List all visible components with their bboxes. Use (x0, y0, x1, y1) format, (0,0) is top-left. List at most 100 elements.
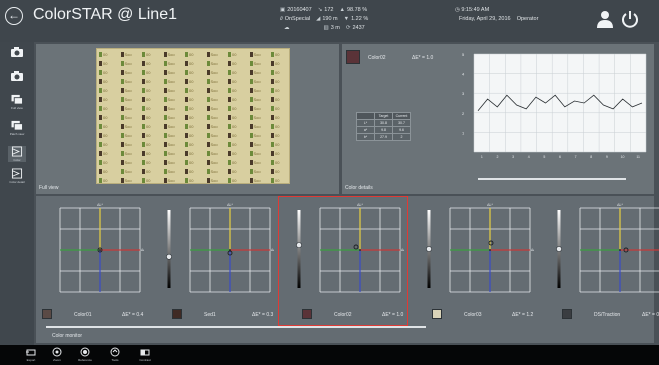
rail-camera-1-button[interactable] (8, 46, 26, 62)
sheet-tile: 00 (99, 51, 117, 58)
sheet-tile: 00 (185, 51, 203, 58)
tile-mark-icon (163, 70, 167, 76)
sheet-tile: Soo (120, 96, 139, 103)
sheet-tile: 00 (185, 159, 203, 166)
back-button[interactable]: ← (5, 7, 23, 25)
rail-views-2-button[interactable]: Patch view (8, 120, 26, 136)
table-cell: 9.8 (374, 126, 393, 134)
sheet-tile: 00 (99, 69, 117, 76)
reference-button[interactable]: Reference (76, 347, 94, 363)
table-row: b* 27.9 2 (356, 133, 411, 141)
tile-mark-icon (249, 106, 253, 112)
zoom-button[interactable]: Zoom (48, 347, 66, 363)
axis-label-right: Δa* (401, 248, 404, 252)
rail-ticket-1-button[interactable]: Color (8, 146, 26, 162)
power-icon[interactable] (620, 9, 640, 29)
table-row: L* 30.8 30.7 (356, 119, 411, 127)
slider-thumb[interactable] (556, 246, 562, 252)
gauge-delta-e: ΔE* = 0 (642, 312, 659, 318)
sheet-tile: Soo (120, 114, 139, 121)
sheet-tile: 00 (99, 150, 117, 157)
lightness-slider[interactable] (556, 210, 562, 288)
sheet-tile: 00 (142, 87, 160, 94)
sheet-tile: Soo (206, 105, 225, 112)
sheet-tile: Soo (120, 78, 139, 85)
sheet-tile: Soo (120, 177, 139, 183)
fail-stat: ▼ 1.22 % (343, 16, 369, 22)
tile-mark-icon (249, 124, 253, 130)
sheet-tile: 00 (99, 96, 117, 103)
detail-delta-e: ΔE* = 1.0 (412, 55, 434, 61)
slider-thumb[interactable] (426, 246, 432, 252)
slider-thumb[interactable] (166, 253, 172, 260)
sheet-tile: 00 (271, 105, 289, 112)
lightness-slider[interactable] (296, 210, 302, 288)
rail-views-1-button[interactable]: Full view (8, 94, 26, 110)
tile-mark-icon (185, 133, 188, 139)
tile-mark-icon (99, 52, 102, 58)
sheet-tile: 00 (99, 132, 117, 139)
sheet-tile: Soo (163, 87, 182, 94)
camera-icon (11, 47, 23, 57)
sheet-tile: 00 (99, 168, 117, 175)
sheet-tile: 00 (185, 69, 203, 76)
print-sheet-image[interactable]: 00 Soo 00 Soo 00 Soo 00 Soo 00 00 Soo 00 Soo 00 Soo 00 S… (96, 48, 290, 184)
rail-ticket-2-button[interactable]: Color detail (8, 168, 26, 184)
tile-mark-icon (271, 79, 274, 85)
tile-mark-icon (271, 178, 274, 183)
header-bar: ← ColorSTAR @ Line1 ▣ 20160407 ↘ 172 ▲ 98.7… (0, 0, 659, 42)
x-tick-label: 7 (575, 155, 577, 159)
gauge-color-swatch (172, 309, 182, 319)
export-button[interactable]: Export (22, 347, 40, 363)
tile-mark-icon (185, 106, 188, 112)
sheet-tile: 00 (271, 132, 289, 139)
trend-scrollbar[interactable] (478, 178, 626, 180)
export-icon (26, 349, 36, 356)
layers-icon (11, 120, 23, 131)
mode-icon: ∂ (280, 16, 283, 22)
sheet-tile: 00 (228, 132, 246, 139)
sheet-tile: Soo (249, 168, 268, 175)
sheet-tile: Soo (206, 123, 225, 130)
tile-mark-icon (271, 52, 274, 58)
tile-mark-icon (249, 178, 253, 183)
slider-thumb[interactable] (296, 242, 302, 248)
tile-mark-icon (120, 97, 124, 103)
tile-mark-icon (120, 52, 124, 58)
sheet-tile: 00 (271, 78, 289, 85)
full-view-panel: 00 Soo 00 Soo 00 Soo 00 Soo 00 00 Soo 00 Soo 00 Soo 00 S… (36, 44, 339, 194)
tools-button[interactable]: Tools (106, 347, 124, 363)
clock-icon: ◷ (455, 7, 460, 13)
user-icon[interactable] (596, 10, 614, 28)
tile-mark-icon (249, 88, 253, 94)
rail-camera-2-button[interactable] (8, 70, 26, 86)
sheet-tile: 00 (142, 60, 160, 67)
detail-color-name: Color02 (368, 55, 386, 61)
job-stat: ▣ 20160407 (280, 7, 312, 13)
sheet-tile: Soo (206, 168, 225, 175)
monitor-scrollbar[interactable] (46, 326, 426, 328)
tile-mark-icon (163, 61, 167, 67)
sheet-tile: Soo (163, 105, 182, 112)
lightness-slider[interactable] (426, 210, 432, 288)
gauge-delta-e: ΔE* = 0.4 (122, 312, 144, 318)
user-role: Operator (516, 16, 539, 22)
sheet-tile: 00 (228, 159, 246, 166)
tile-mark-icon (228, 133, 231, 139)
sheet-tile: Soo (206, 87, 225, 94)
sheet-tile: 00 (185, 150, 203, 157)
sheet-tile: Soo (163, 51, 182, 58)
sheet-tile: Soo (163, 168, 182, 175)
tile-mark-icon (185, 124, 188, 130)
tile-mark-icon (228, 79, 231, 85)
sheet-tile: Soo (163, 78, 182, 85)
tile-mark-icon (185, 52, 188, 58)
lightness-slider[interactable] (166, 210, 172, 288)
gauge-delta-e: ΔE* = 1.2 (512, 312, 534, 318)
contrast-button[interactable]: Contrast (136, 347, 154, 363)
gauge-color-swatch (302, 309, 312, 319)
tile-mark-icon (163, 133, 167, 139)
tile-mark-icon (142, 97, 145, 103)
axis-label-top: ΔL* (97, 203, 103, 207)
bottom-app-bar: Export Zoom Reference Tools Contrast (0, 345, 659, 365)
